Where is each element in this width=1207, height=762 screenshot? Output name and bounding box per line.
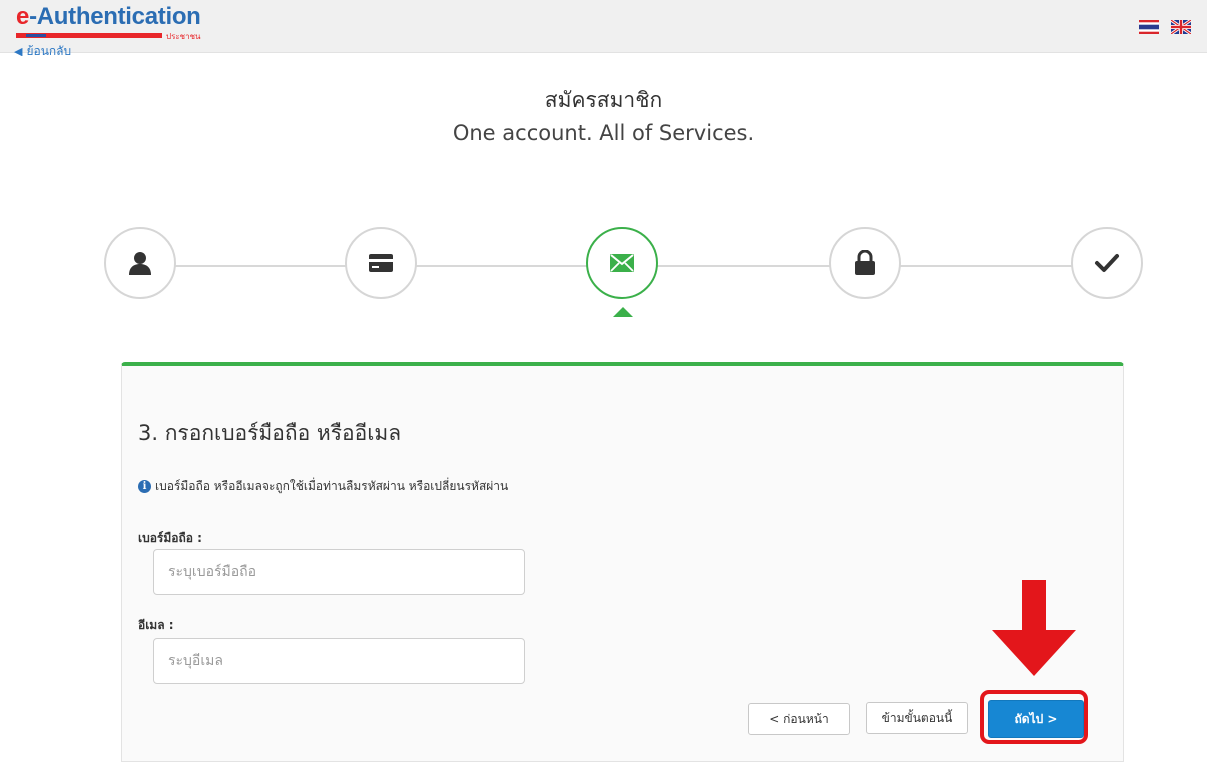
skip-step-button[interactable]: ข้ามขั้นตอนนี้: [866, 702, 968, 734]
step-personal-info: [104, 227, 176, 299]
info-note-text: เบอร์มือถือ หรืออีเมลจะถูกใช้เมื่อท่านลื…: [155, 479, 509, 493]
info-note: i เบอร์มือถือ หรืออีเมลจะถูกใช้เมื่อท่าน…: [138, 477, 508, 496]
checkmark-icon: [1095, 254, 1119, 272]
previous-button[interactable]: < ก่อนหน้า: [748, 703, 850, 735]
thailand-flag-icon[interactable]: [1139, 20, 1159, 34]
step-id-card: [345, 227, 417, 299]
form-title: 3. กรอกเบอร์มือถือ หรืออีเมล: [138, 421, 402, 445]
info-icon: i: [138, 480, 151, 493]
logo-underline-accent: [26, 34, 46, 37]
back-link[interactable]: ◀ ย้อนกลับ: [14, 44, 71, 56]
annotation-arrow-down-icon: [992, 580, 1076, 676]
uk-flag-icon[interactable]: [1171, 20, 1191, 34]
phone-label: เบอร์มือถือ :: [138, 531, 202, 545]
annotation-highlight-box: [980, 690, 1088, 744]
logo-text: e-Authentication: [16, 3, 201, 30]
envelope-icon: [610, 254, 634, 272]
step-password: [829, 227, 901, 299]
email-label: อีเมล :: [138, 618, 174, 632]
page-title: สมัครสมาชิก: [544, 88, 663, 112]
top-header: e-Authentication ประชาชน: [0, 0, 1207, 53]
back-link-label: ย้อนกลับ: [26, 44, 72, 56]
page-subtitle: One account. All of Services.: [452, 121, 755, 145]
arrow-left-icon: ◀: [14, 45, 23, 56]
id-card-icon: [369, 254, 393, 272]
phone-input[interactable]: [153, 549, 525, 595]
lock-icon: [855, 250, 875, 275]
logo-subtitle: ประชาชน: [166, 32, 201, 41]
active-step-caret-icon: [613, 307, 633, 317]
user-icon: [129, 252, 151, 275]
step-contact: [586, 227, 658, 299]
language-switcher: [1139, 20, 1191, 34]
e-authentication-logo[interactable]: e-Authentication ประชาชน: [16, 3, 216, 43]
step-complete: [1071, 227, 1143, 299]
email-input[interactable]: [153, 638, 525, 684]
